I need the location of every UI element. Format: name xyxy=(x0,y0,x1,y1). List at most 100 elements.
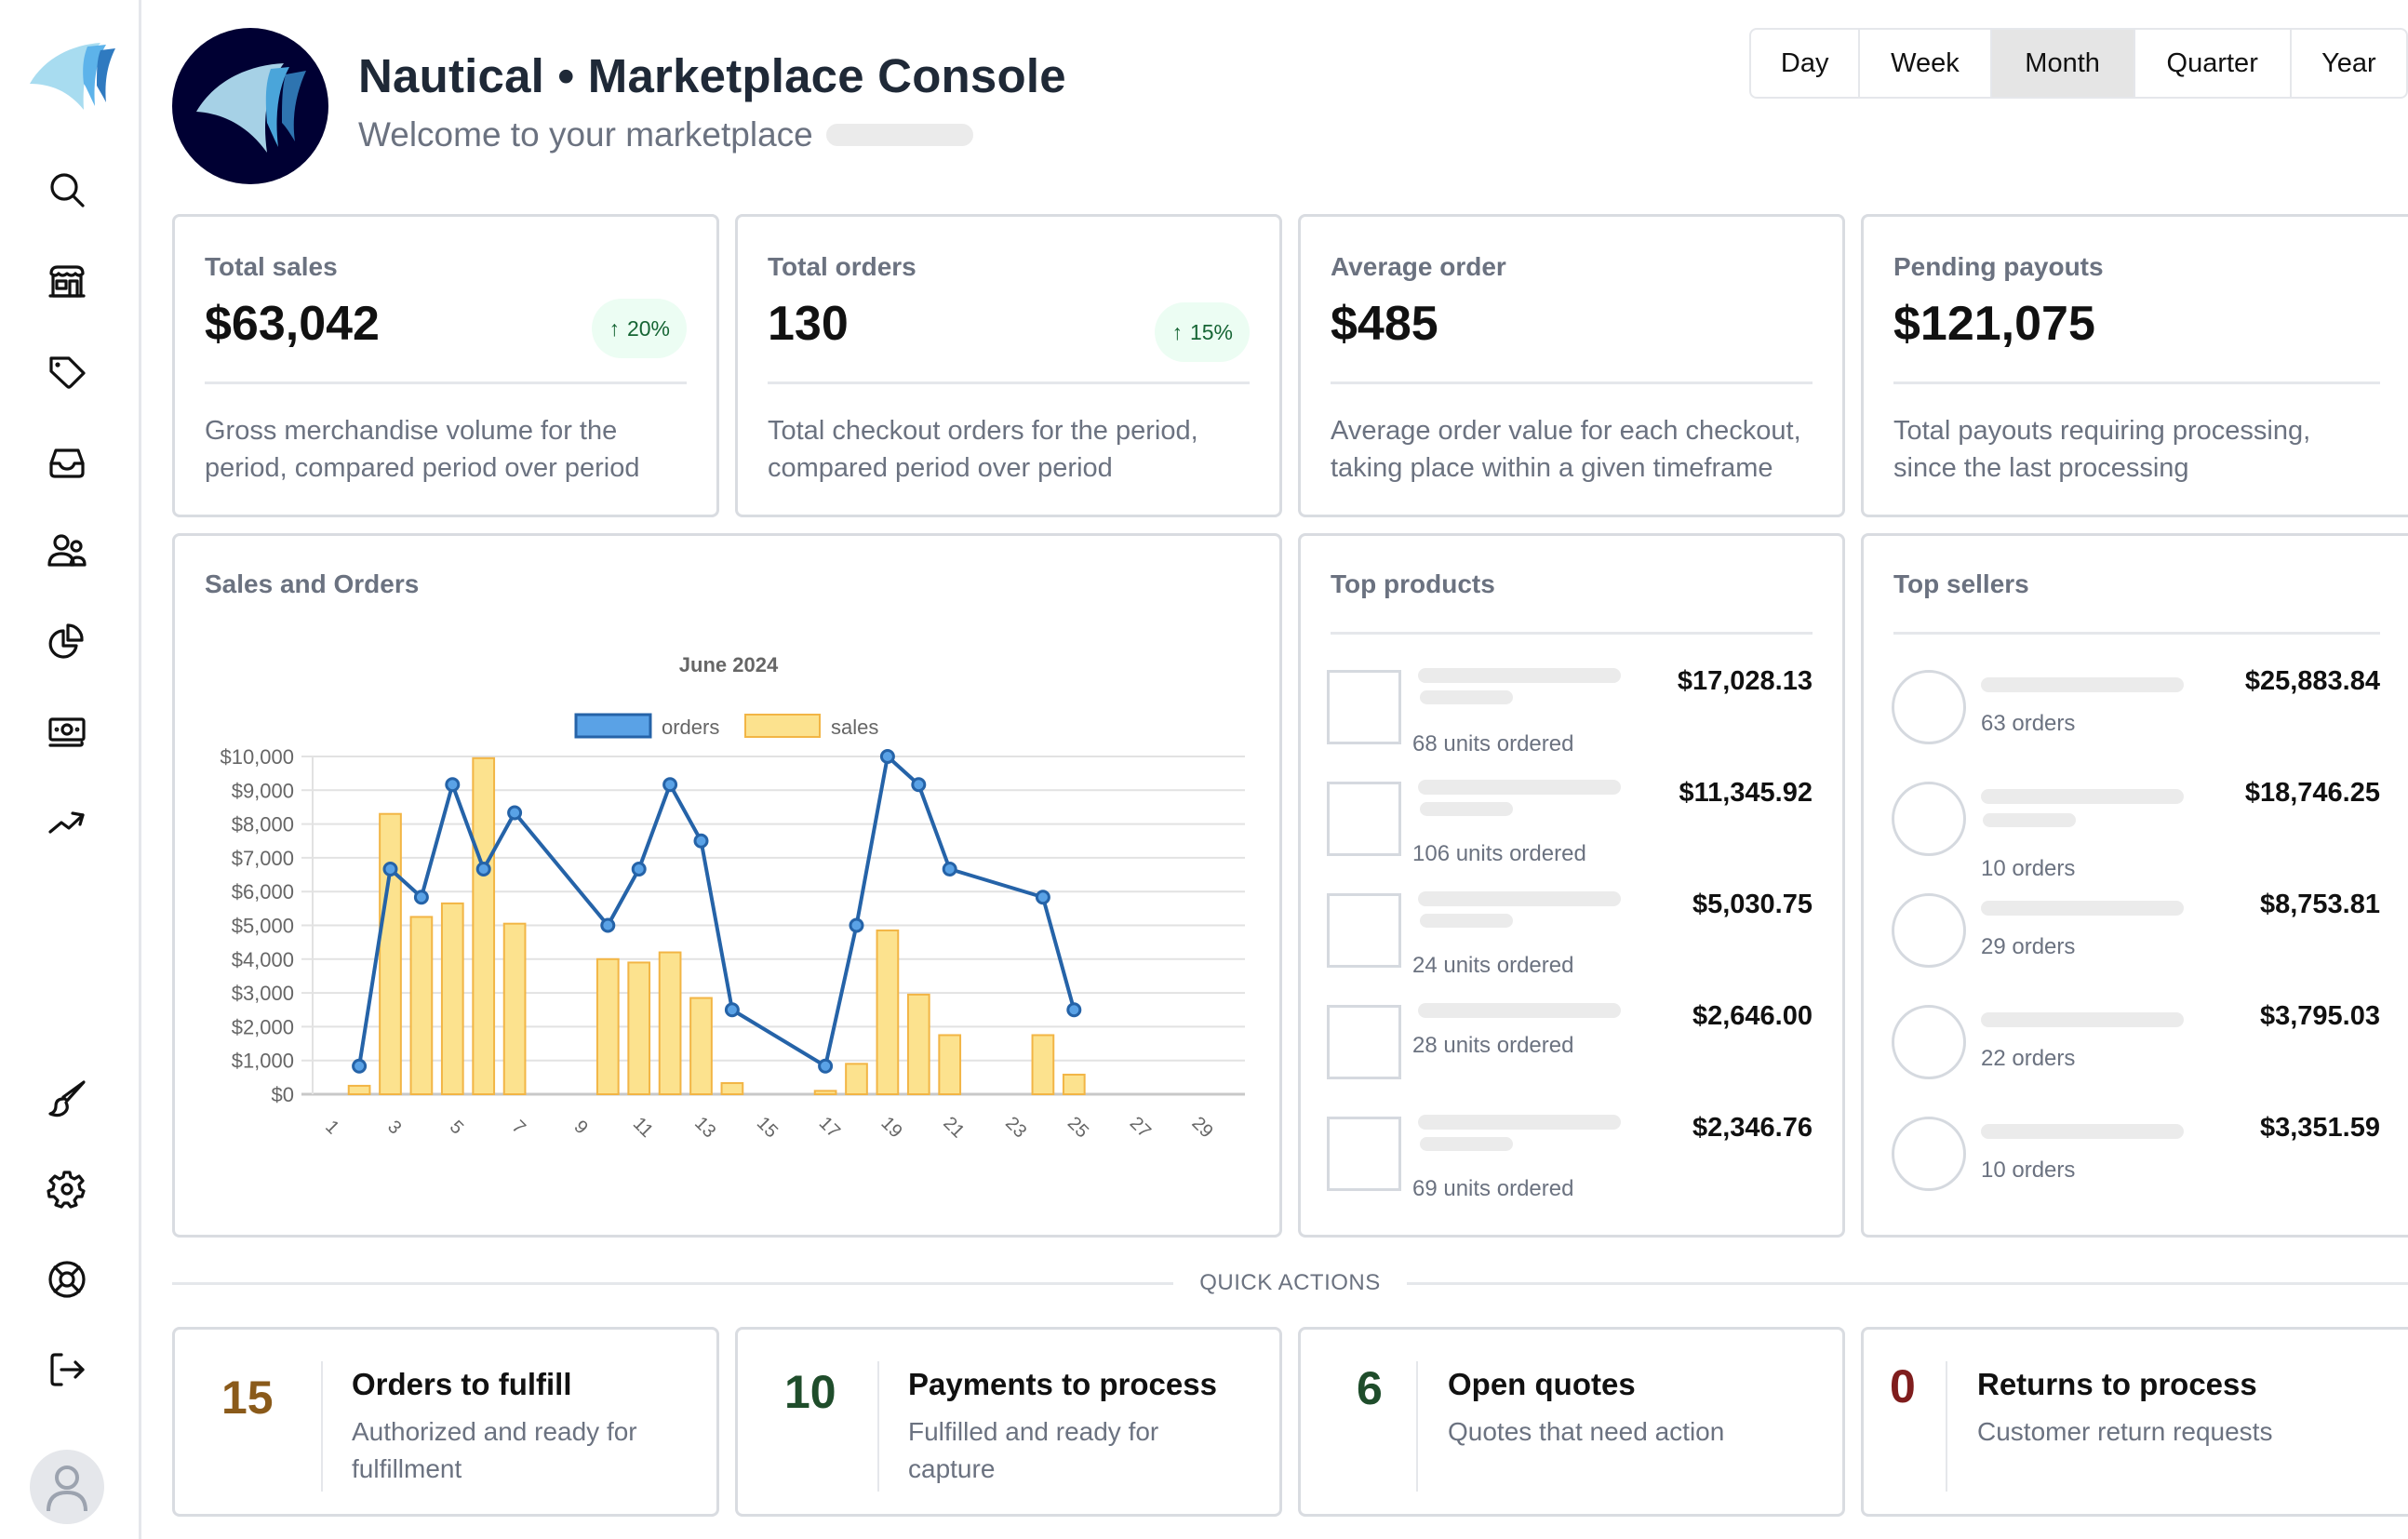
stat-value: 130 xyxy=(768,297,849,351)
chart-legend: orders sales xyxy=(574,713,878,739)
stat-card-pending-payouts: Pending payouts $121,075 Total payouts r… xyxy=(1861,214,2408,517)
quick-actions-label: QUICK ACTIONS xyxy=(1199,1270,1381,1295)
orders-point[interactable] xyxy=(382,862,398,877)
sales-bar[interactable] xyxy=(720,1082,744,1095)
banknote-icon[interactable] xyxy=(43,708,91,756)
orders-point[interactable] xyxy=(413,890,429,905)
time-filter-week[interactable]: Week xyxy=(1860,30,1992,97)
sales-orders-chart: June 2024 orders sales $0 $1,000 $2,000 $3,… xyxy=(220,653,1245,1142)
sales-bar[interactable] xyxy=(502,922,527,1095)
sales-bar[interactable] xyxy=(440,902,464,1095)
time-filter-month[interactable]: Month xyxy=(1991,30,2135,97)
sales-bar[interactable] xyxy=(379,812,402,1095)
sales-bar[interactable] xyxy=(595,957,620,1095)
orders-point[interactable] xyxy=(693,833,709,849)
logout-icon[interactable] xyxy=(43,1345,91,1394)
seller-name-skeleton xyxy=(1981,789,2184,804)
stat-description: Gross merchandise volume for the period,… xyxy=(205,416,640,483)
action-count: 10 xyxy=(784,1366,836,1418)
time-filter-quarter[interactable]: Quarter xyxy=(2135,30,2292,97)
change-percent: 20% xyxy=(626,315,670,341)
time-filter-year[interactable]: Year xyxy=(2292,30,2406,97)
sales-bar[interactable] xyxy=(938,1034,962,1095)
orders-point[interactable] xyxy=(818,1058,834,1074)
orders-point[interactable] xyxy=(942,862,957,877)
orders-point[interactable] xyxy=(600,917,616,933)
gear-icon[interactable] xyxy=(43,1165,91,1213)
pie-chart-icon[interactable] xyxy=(43,618,91,666)
tag-icon[interactable] xyxy=(43,347,91,395)
seller-order-count: 22 orders xyxy=(1981,1046,2076,1071)
orders-point[interactable] xyxy=(849,917,864,933)
search-icon[interactable] xyxy=(43,166,91,214)
legend-swatch-orders xyxy=(574,713,652,739)
action-title: Payments to process xyxy=(908,1367,1217,1401)
time-filter-day[interactable]: Day xyxy=(1751,30,1861,97)
seller-row[interactable]: 63 orders $25,883.84 xyxy=(1890,655,2380,757)
y-tick-label: $6,000 xyxy=(232,880,294,903)
orders-point[interactable] xyxy=(662,777,678,793)
product-row[interactable]: 28 units ordered $2,646.00 xyxy=(1327,990,1813,1092)
seller-row[interactable]: 29 orders $8,753.81 xyxy=(1890,878,2380,981)
sales-bar[interactable] xyxy=(1031,1034,1055,1095)
orders-point[interactable] xyxy=(507,805,523,821)
orders-point[interactable] xyxy=(445,777,461,793)
paintbrush-icon[interactable] xyxy=(43,1075,91,1123)
time-range-selector: Day Week Month Quarter Year xyxy=(1749,28,2408,99)
orders-point[interactable] xyxy=(1035,890,1050,905)
sales-bar[interactable] xyxy=(906,993,930,1096)
product-row[interactable]: 106 units ordered $11,345.92 xyxy=(1327,767,1813,869)
orders-point[interactable] xyxy=(911,777,927,793)
change-percent: 15% xyxy=(1189,319,1233,344)
product-row[interactable]: 69 units ordered $2,346.76 xyxy=(1327,1102,1813,1204)
users-icon[interactable] xyxy=(43,528,91,576)
stat-card-total-sales: Total sales $63,042 ↑ 20% Gross merchand… xyxy=(172,214,719,517)
divider xyxy=(1416,1361,1418,1492)
x-tick-label: 1 xyxy=(321,1117,342,1138)
sales-bar[interactable] xyxy=(813,1090,837,1095)
orders-point[interactable] xyxy=(724,1002,740,1018)
trending-up-icon[interactable] xyxy=(43,798,91,847)
product-row[interactable]: 68 units ordered $17,028.13 xyxy=(1327,655,1813,757)
seller-row[interactable]: 22 orders $3,795.03 xyxy=(1890,990,2380,1092)
product-row[interactable]: 24 units ordered $5,030.75 xyxy=(1327,878,1813,981)
seller-name-skeleton xyxy=(1981,677,2184,692)
sales-bar[interactable] xyxy=(1062,1073,1086,1095)
action-count: 0 xyxy=(1890,1360,1916,1412)
legend-label-orders: orders xyxy=(662,716,719,739)
seller-row[interactable]: 10 orders $18,746.25 xyxy=(1890,767,2380,881)
nautical-logo-icon[interactable] xyxy=(26,39,115,112)
sales-bar[interactable] xyxy=(689,997,713,1096)
storefront-icon[interactable] xyxy=(43,257,91,305)
sales-bar[interactable] xyxy=(658,951,682,1096)
inbox-icon[interactable] xyxy=(43,437,91,486)
quick-action-payments-to-process[interactable]: 10 Payments to process Fulfilled and rea… xyxy=(735,1327,1282,1517)
orders-point[interactable] xyxy=(1066,1002,1082,1018)
product-name-skeleton xyxy=(1418,1003,1621,1018)
chart-title: June 2024 xyxy=(679,653,779,676)
seller-row[interactable]: 10 orders $3,351.59 xyxy=(1890,1102,2380,1204)
quick-action-returns-to-process[interactable]: 0 Returns to process Customer return req… xyxy=(1861,1327,2408,1517)
sales-bar[interactable] xyxy=(472,756,496,1095)
orders-point[interactable] xyxy=(879,749,895,764)
divider xyxy=(1893,381,2380,384)
quick-action-open-quotes[interactable]: 6 Open quotes Quotes that need action xyxy=(1298,1327,1845,1517)
lifebuoy-icon[interactable] xyxy=(43,1255,91,1304)
welcome-text: Welcome to your marketplace xyxy=(358,115,813,154)
quick-action-orders-to-fulfill[interactable]: 15 Orders to fulfill Authorized and read… xyxy=(172,1327,719,1517)
orders-point[interactable] xyxy=(475,862,491,877)
divider xyxy=(1331,632,1813,635)
orders-point[interactable] xyxy=(631,862,647,877)
orders-point[interactable] xyxy=(352,1058,368,1074)
sales-bar[interactable] xyxy=(627,961,651,1095)
sales-bar[interactable] xyxy=(845,1063,868,1096)
seller-revenue: $8,753.81 xyxy=(2259,890,2380,919)
sales-bar[interactable] xyxy=(876,929,900,1095)
seller-order-count: 29 orders xyxy=(1981,934,2076,959)
seller-order-count: 10 orders xyxy=(1981,1158,2076,1183)
seller-revenue: $3,351.59 xyxy=(2259,1113,2380,1143)
user-avatar[interactable] xyxy=(30,1450,104,1524)
sales-bar[interactable] xyxy=(347,1084,371,1095)
sales-bar[interactable] xyxy=(409,916,434,1095)
product-name-skeleton xyxy=(1418,668,1621,683)
